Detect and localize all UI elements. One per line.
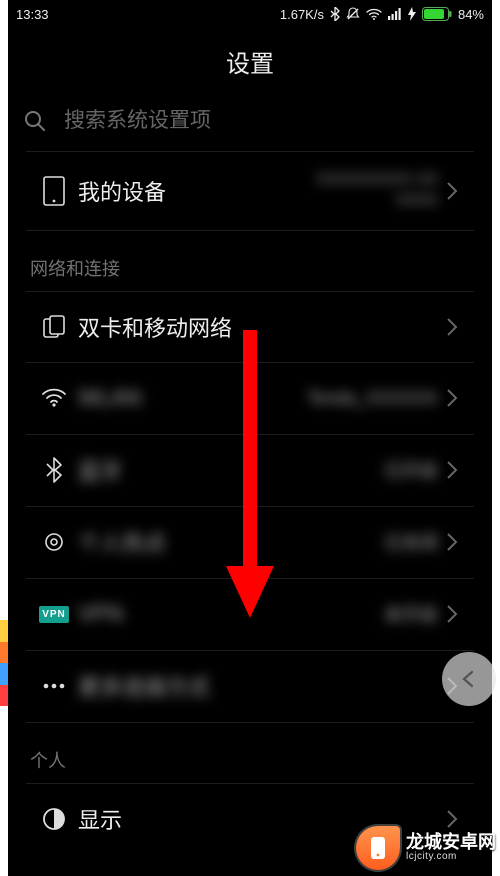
status-time: 13:33 — [16, 7, 49, 22]
signal-icon — [388, 8, 402, 20]
row-label: 蓝牙 — [78, 454, 384, 486]
watermark-text-cn: 龙城安卓网 — [406, 833, 496, 852]
watermark: 龙城安卓网 lcjcity.com — [356, 826, 496, 870]
chevron-right-icon — [438, 604, 466, 624]
row-label: VPN — [78, 601, 384, 627]
row-value: 未开启 — [384, 601, 438, 627]
vpn-icon: VPN — [30, 606, 78, 623]
chevron-right-icon — [438, 460, 466, 480]
chevron-right-icon — [438, 532, 466, 552]
status-bar: 13:33 1.67K/s — [8, 0, 492, 28]
row-value: 已关闭 — [384, 529, 438, 555]
section-network-label: 网络和连接 — [8, 231, 492, 291]
row-label: WLAN — [78, 385, 307, 411]
chevron-right-icon — [438, 388, 466, 408]
row-value: XXXXXXXXX XXXXXX — [316, 170, 438, 212]
status-net-speed: 1.67K/s — [280, 7, 324, 22]
row-more-connections[interactable]: 更多连接方式 — [26, 651, 474, 723]
status-battery-pct: 84% — [458, 7, 484, 22]
sim-icon — [30, 315, 78, 339]
section-personal-label: 个人 — [8, 723, 492, 783]
floating-nav-ball[interactable] — [442, 652, 496, 706]
row-vpn[interactable]: VPN VPN 未开启 — [26, 579, 474, 651]
wifi-icon — [366, 8, 382, 20]
watermark-icon — [356, 826, 400, 870]
battery-icon — [422, 7, 452, 21]
row-value: Tenda_XXXXXX — [307, 388, 438, 409]
row-label: 更多连接方式 — [78, 670, 438, 702]
search-input[interactable] — [64, 109, 476, 133]
row-dual-sim[interactable]: 双卡和移动网络 — [26, 291, 474, 363]
chevron-right-icon — [438, 181, 466, 201]
more-icon — [30, 682, 78, 690]
search-row[interactable] — [8, 97, 492, 151]
row-label: 个人热点 — [78, 526, 384, 558]
bluetooth-icon — [30, 457, 78, 483]
dnd-icon — [346, 7, 360, 21]
decorative-strip — [0, 620, 8, 706]
chevron-right-icon — [438, 317, 466, 337]
row-label: 双卡和移动网络 — [78, 311, 438, 343]
row-value: 已开启 — [384, 457, 438, 483]
hotspot-icon — [30, 529, 78, 555]
row-my-device[interactable]: 我的设备 XXXXXXXXX XXXXXX — [26, 152, 474, 231]
wifi-icon — [30, 388, 78, 408]
charging-icon — [408, 7, 416, 21]
row-wifi[interactable]: WLAN Tenda_XXXXXX — [26, 363, 474, 435]
page-title: 设置 — [8, 28, 492, 97]
row-hotspot[interactable]: 个人热点 已关闭 — [26, 507, 474, 579]
screen: 13:33 1.67K/s — [8, 0, 492, 876]
search-icon — [24, 110, 46, 132]
watermark-text-en: lcjcity.com — [406, 852, 496, 863]
row-label: 我的设备 — [78, 175, 316, 207]
row-bluetooth[interactable]: 蓝牙 已开启 — [26, 435, 474, 507]
display-icon — [30, 807, 78, 831]
device-icon — [30, 176, 78, 206]
bluetooth-icon — [330, 7, 340, 21]
